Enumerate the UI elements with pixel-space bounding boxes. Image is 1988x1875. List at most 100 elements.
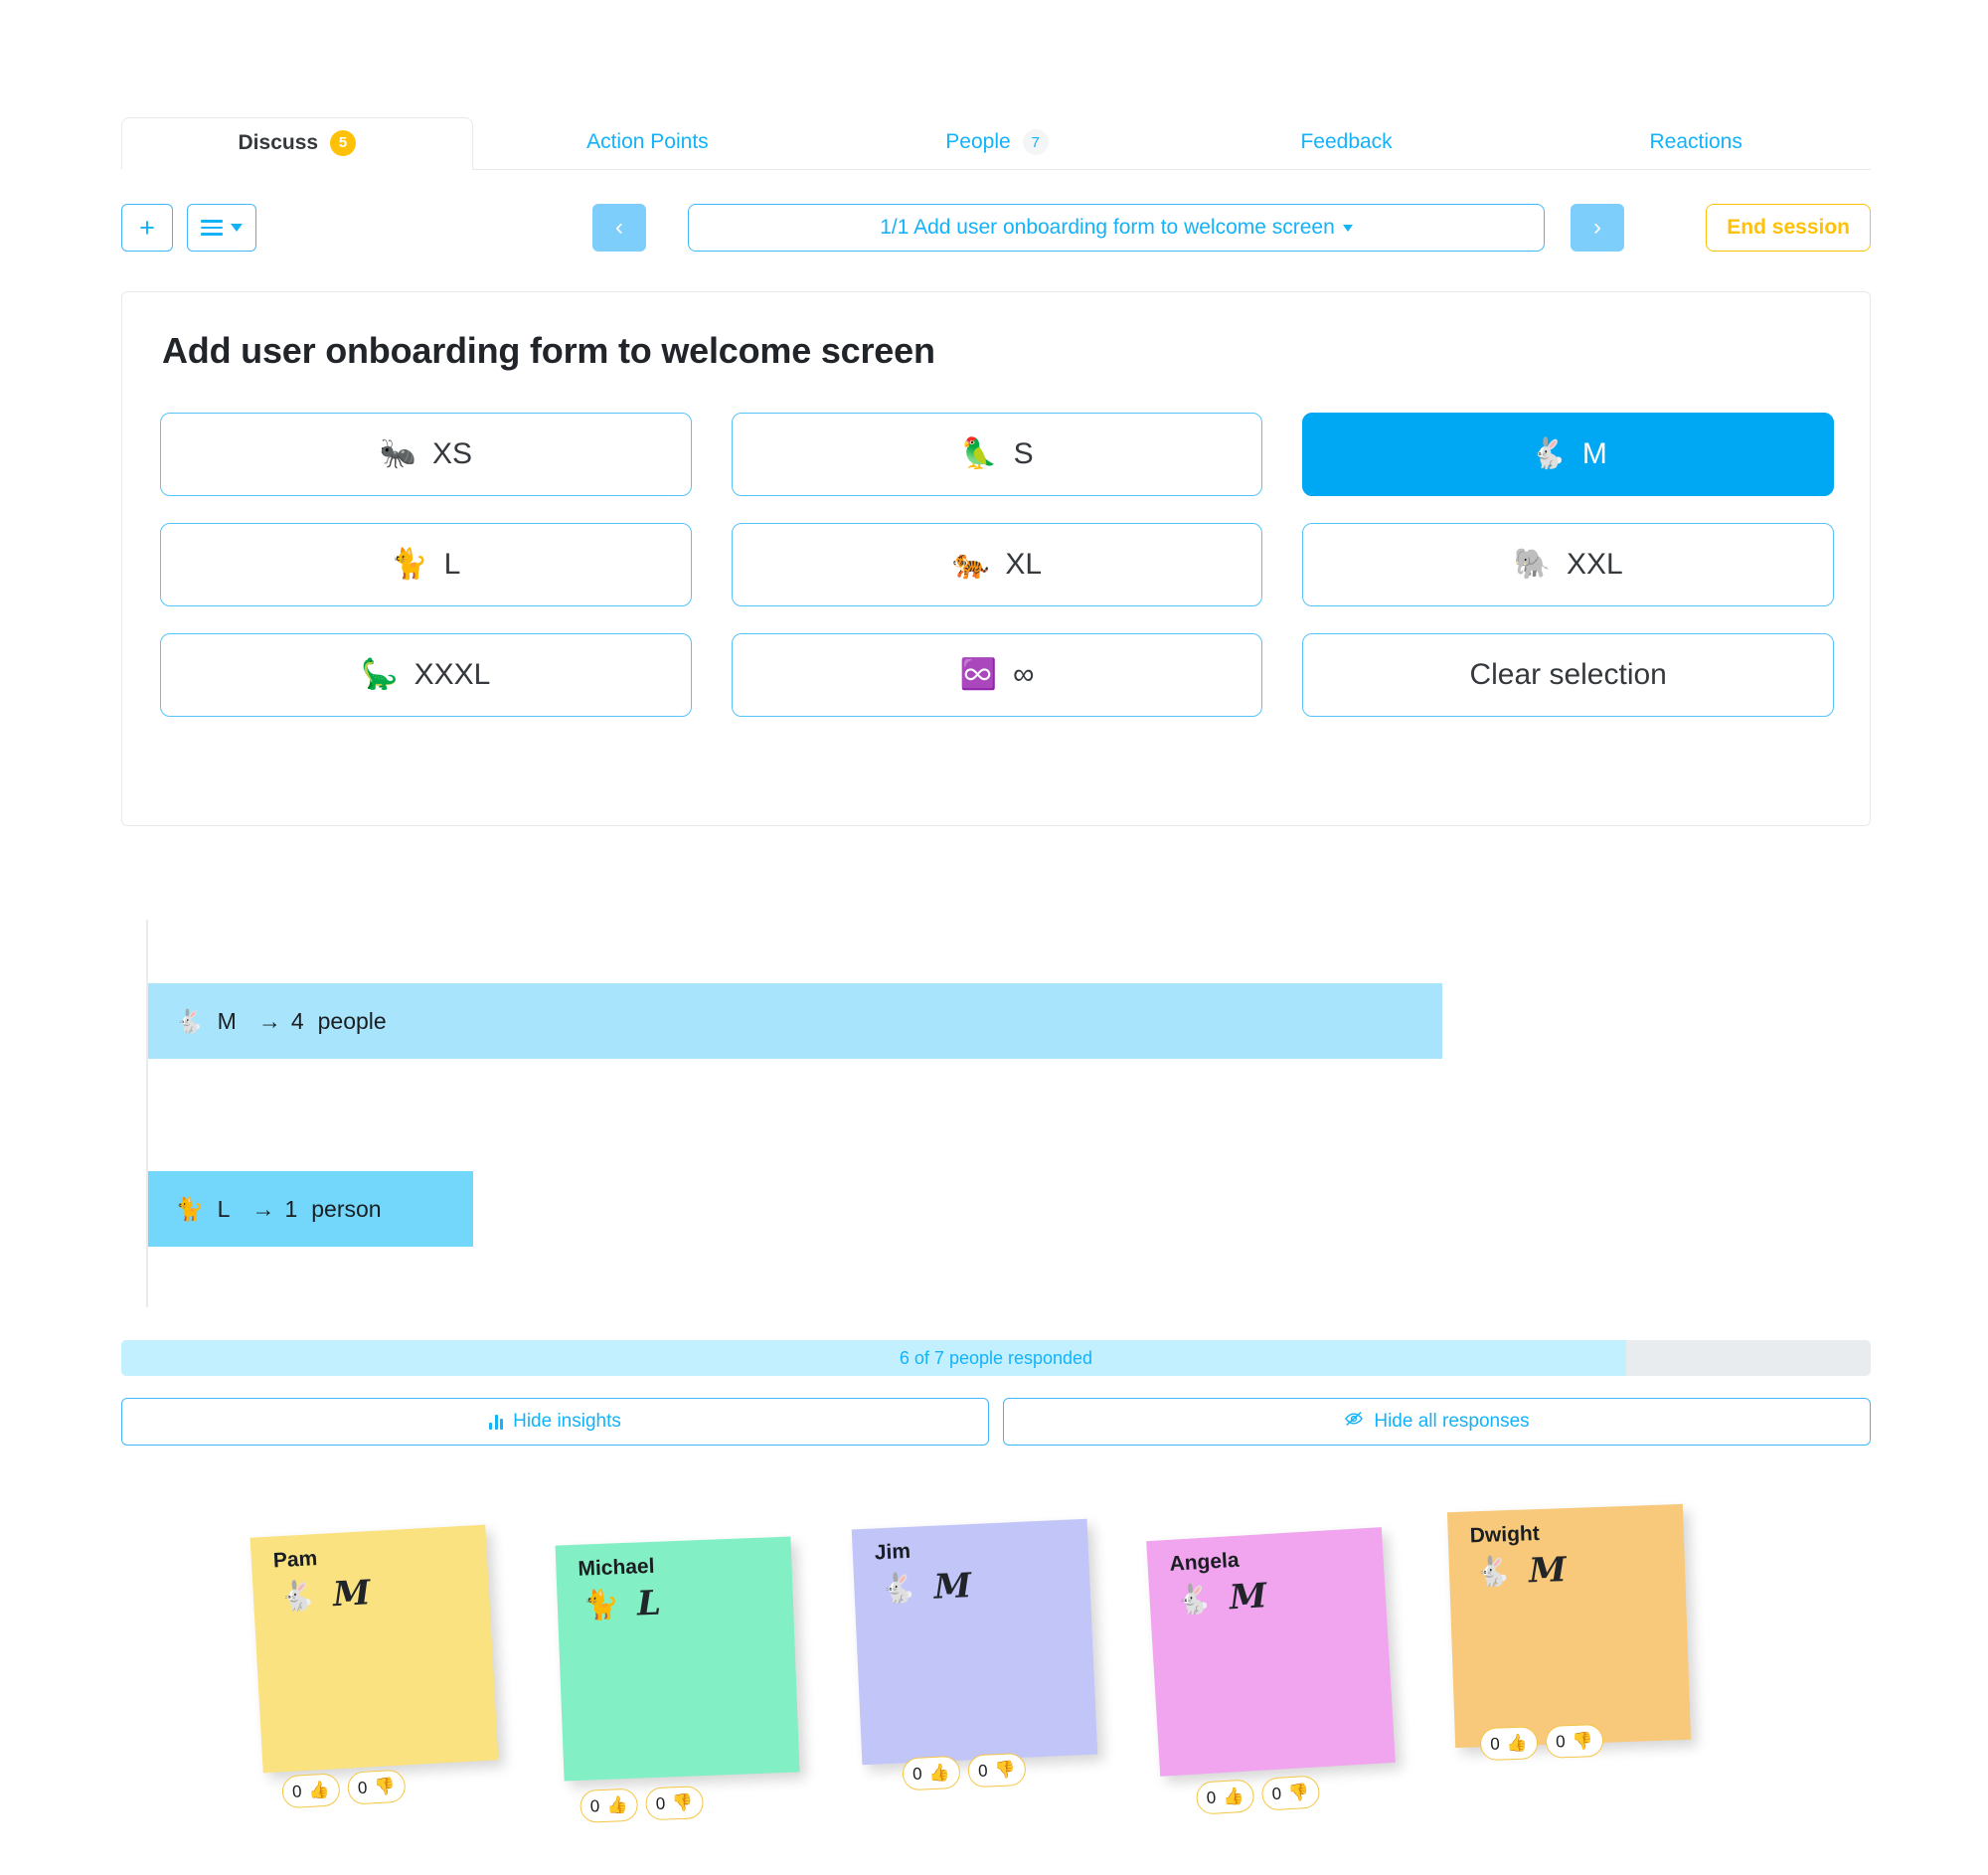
thumbs-up-icon: 👍 <box>307 1780 331 1800</box>
upvote-vote-button[interactable]: 0 👍 <box>902 1755 961 1791</box>
upvote-vote-button[interactable]: 0 👍 <box>280 1773 341 1809</box>
response-notes: Pam 🐇 M 0 👍 0 👎 Michael 🐈 L 0 👍 0 👎 Jim 🐇 M 0 👍 0 👎 Angela 🐇 M 0… <box>0 1503 1988 1874</box>
thumbs-up-icon: 👍 <box>1506 1733 1529 1753</box>
infinity-emoji: ♾️ <box>959 658 997 691</box>
chart-bar-row: 🐈 L → 1 person <box>148 1171 474 1247</box>
rabbit-emoji: 🐇 <box>1174 1583 1213 1618</box>
topic-selector-dropdown[interactable]: 1/1 Add user onboarding form to welcome … <box>688 204 1545 252</box>
vote-option-m[interactable]: 🐇 M <box>1302 413 1834 496</box>
progress-fill <box>121 1340 1626 1376</box>
chevron-down-icon <box>231 224 243 232</box>
note-answer: 🐇 M <box>1474 1550 1568 1593</box>
downvote-vote-button[interactable]: 0 👎 <box>1260 1775 1321 1811</box>
note-answer: 🐈 L <box>582 1584 661 1626</box>
downvote-vote-button[interactable]: 0 👎 <box>1545 1723 1604 1759</box>
downvote-vote-button[interactable]: 0 👎 <box>967 1752 1027 1789</box>
tab-label: Feedback <box>1300 130 1393 153</box>
vote-option-l[interactable]: 🐈 L <box>160 523 692 606</box>
bar-chart-icon <box>489 1414 504 1430</box>
hide-all-responses-button[interactable]: Hide all responses <box>1003 1398 1871 1446</box>
response-note[interactable]: Dwight 🐇 M 0 👍 0 👎 <box>1446 1503 1692 1762</box>
vote-option-s[interactable]: 🦜 S <box>731 413 1263 496</box>
chart-bar-count: 4 <box>290 1007 304 1034</box>
note-answer-letter: M <box>1228 1576 1268 1619</box>
note-author-name: Pam <box>272 1547 318 1573</box>
tab-reactions[interactable]: Reactions <box>1521 117 1871 169</box>
response-note[interactable]: Pam 🐇 M 0 👍 0 👎 <box>249 1524 499 1809</box>
parrot-emoji: 🦜 <box>960 437 998 470</box>
thumbs-up-icon: 👍 <box>605 1794 628 1815</box>
vote-option-grid: 🐜 XS 🦜 S 🐇 M 🐈 L 🐅 XL 🐘 XXL 🦕 XXXL ♾️ ∞ Clear selection <box>160 413 1834 717</box>
next-topic-button[interactable]: › <box>1571 204 1624 252</box>
downvote-vote-button[interactable]: 0 👎 <box>644 1786 705 1821</box>
response-note[interactable]: Angela 🐇 M 0 👍 0 👎 <box>1146 1527 1396 1815</box>
cat-emoji: 🐈 <box>175 1195 204 1222</box>
note-answer: 🐇 M <box>880 1566 972 1610</box>
end-session-button[interactable]: End session <box>1706 204 1871 252</box>
tab-badge-count: 5 <box>330 129 357 156</box>
chart-bar-l: 🐈 L → 1 person <box>148 1171 474 1247</box>
vote-option--[interactable]: ♾️ ∞ <box>731 633 1263 717</box>
upvote-vote-button[interactable]: 0 👍 <box>1479 1726 1539 1762</box>
chevron-down-icon <box>1342 224 1353 232</box>
upvote-vote-button[interactable]: 0 👍 <box>580 1788 639 1823</box>
note-vote-row: 0 👍 0 👎 <box>902 1752 1027 1791</box>
sauropod-emoji: 🦕 <box>361 658 399 691</box>
tab-people[interactable]: People 7 <box>822 117 1172 169</box>
note-answer-letter: M <box>1528 1550 1568 1592</box>
chart-bar-unit: people <box>317 1007 387 1034</box>
downvote-vote-count: 0 <box>357 1778 368 1797</box>
response-progress-bar: 6 of 7 people responded <box>121 1340 1871 1376</box>
tab-label: Action Points <box>586 130 709 153</box>
tab-discuss[interactable]: Discuss 5 <box>121 117 473 170</box>
tab-label: Reactions <box>1649 130 1742 153</box>
vote-option-xxxl[interactable]: 🦕 XXXL <box>160 633 692 717</box>
clear-selection-button[interactable]: Clear selection <box>1302 633 1834 717</box>
vote-option-label: XXXL <box>414 658 491 691</box>
add-topic-button[interactable]: + <box>121 204 173 252</box>
chart-bar-size: L <box>217 1195 231 1222</box>
note-answer: 🐇 M <box>1175 1576 1268 1620</box>
eye-slash-icon <box>1344 1411 1364 1433</box>
vote-option-label: M <box>1581 437 1607 470</box>
topic-menu-button[interactable] <box>187 204 256 252</box>
rabbit-emoji: 🐇 <box>879 1572 917 1607</box>
tab-bar: Discuss 5 Action Points People 7 Feedbac… <box>121 117 1871 170</box>
chevron-left-icon: ‹ <box>615 214 623 241</box>
tab-action-points[interactable]: Action Points <box>473 117 823 169</box>
upvote-vote-button[interactable]: 0 👍 <box>1195 1779 1255 1815</box>
tab-label: Discuss <box>238 130 319 154</box>
note-author-name: Michael <box>578 1554 655 1581</box>
vote-option-xxl[interactable]: 🐘 XXL <box>1302 523 1834 606</box>
thumbs-down-icon: 👎 <box>671 1792 694 1812</box>
rabbit-emoji: 🐇 <box>1474 1556 1512 1590</box>
note-answer-letter: L <box>636 1583 662 1624</box>
previous-topic-button[interactable]: ‹ <box>592 204 646 252</box>
vote-option-label: XL <box>1005 548 1043 581</box>
response-note[interactable]: Jim 🐇 M 0 👍 0 👎 <box>851 1518 1098 1791</box>
response-note[interactable]: Michael 🐈 L 0 👍 0 👎 <box>555 1536 800 1823</box>
vote-option-label: XXL <box>1566 548 1623 581</box>
hide-insights-button[interactable]: Hide insights <box>121 1398 989 1446</box>
chart-bar-unit: person <box>311 1195 382 1222</box>
downvote-vote-button[interactable]: 0 👎 <box>346 1769 407 1805</box>
note-author-name: Angela <box>1168 1548 1241 1576</box>
tab-badge-count: 7 <box>1022 129 1049 155</box>
thumbs-up-icon: 👍 <box>1222 1786 1244 1806</box>
upvote-vote-count: 0 <box>1489 1734 1501 1754</box>
toolbar: + ‹ 1/1 Add user onboarding form to welc… <box>121 204 1871 257</box>
vote-option-xs[interactable]: 🐜 XS <box>160 413 692 496</box>
page-title: Add user onboarding form to welcome scre… <box>162 330 935 371</box>
upvote-vote-count: 0 <box>291 1781 303 1801</box>
note-author-name: Dwight <box>1469 1521 1541 1548</box>
thumbs-down-icon: 👎 <box>994 1759 1017 1780</box>
voting-card: Add user onboarding form to welcome scre… <box>121 291 1871 826</box>
vote-option-xl[interactable]: 🐅 XL <box>731 523 1263 606</box>
cat-emoji: 🐈 <box>391 548 428 581</box>
hamburger-icon <box>201 216 223 240</box>
vote-option-label: L <box>443 548 461 581</box>
chart-bar-count: 1 <box>284 1195 298 1222</box>
end-session-label: End session <box>1727 216 1850 239</box>
tab-feedback[interactable]: Feedback <box>1172 117 1522 169</box>
tiger-emoji: 🐅 <box>951 548 990 581</box>
